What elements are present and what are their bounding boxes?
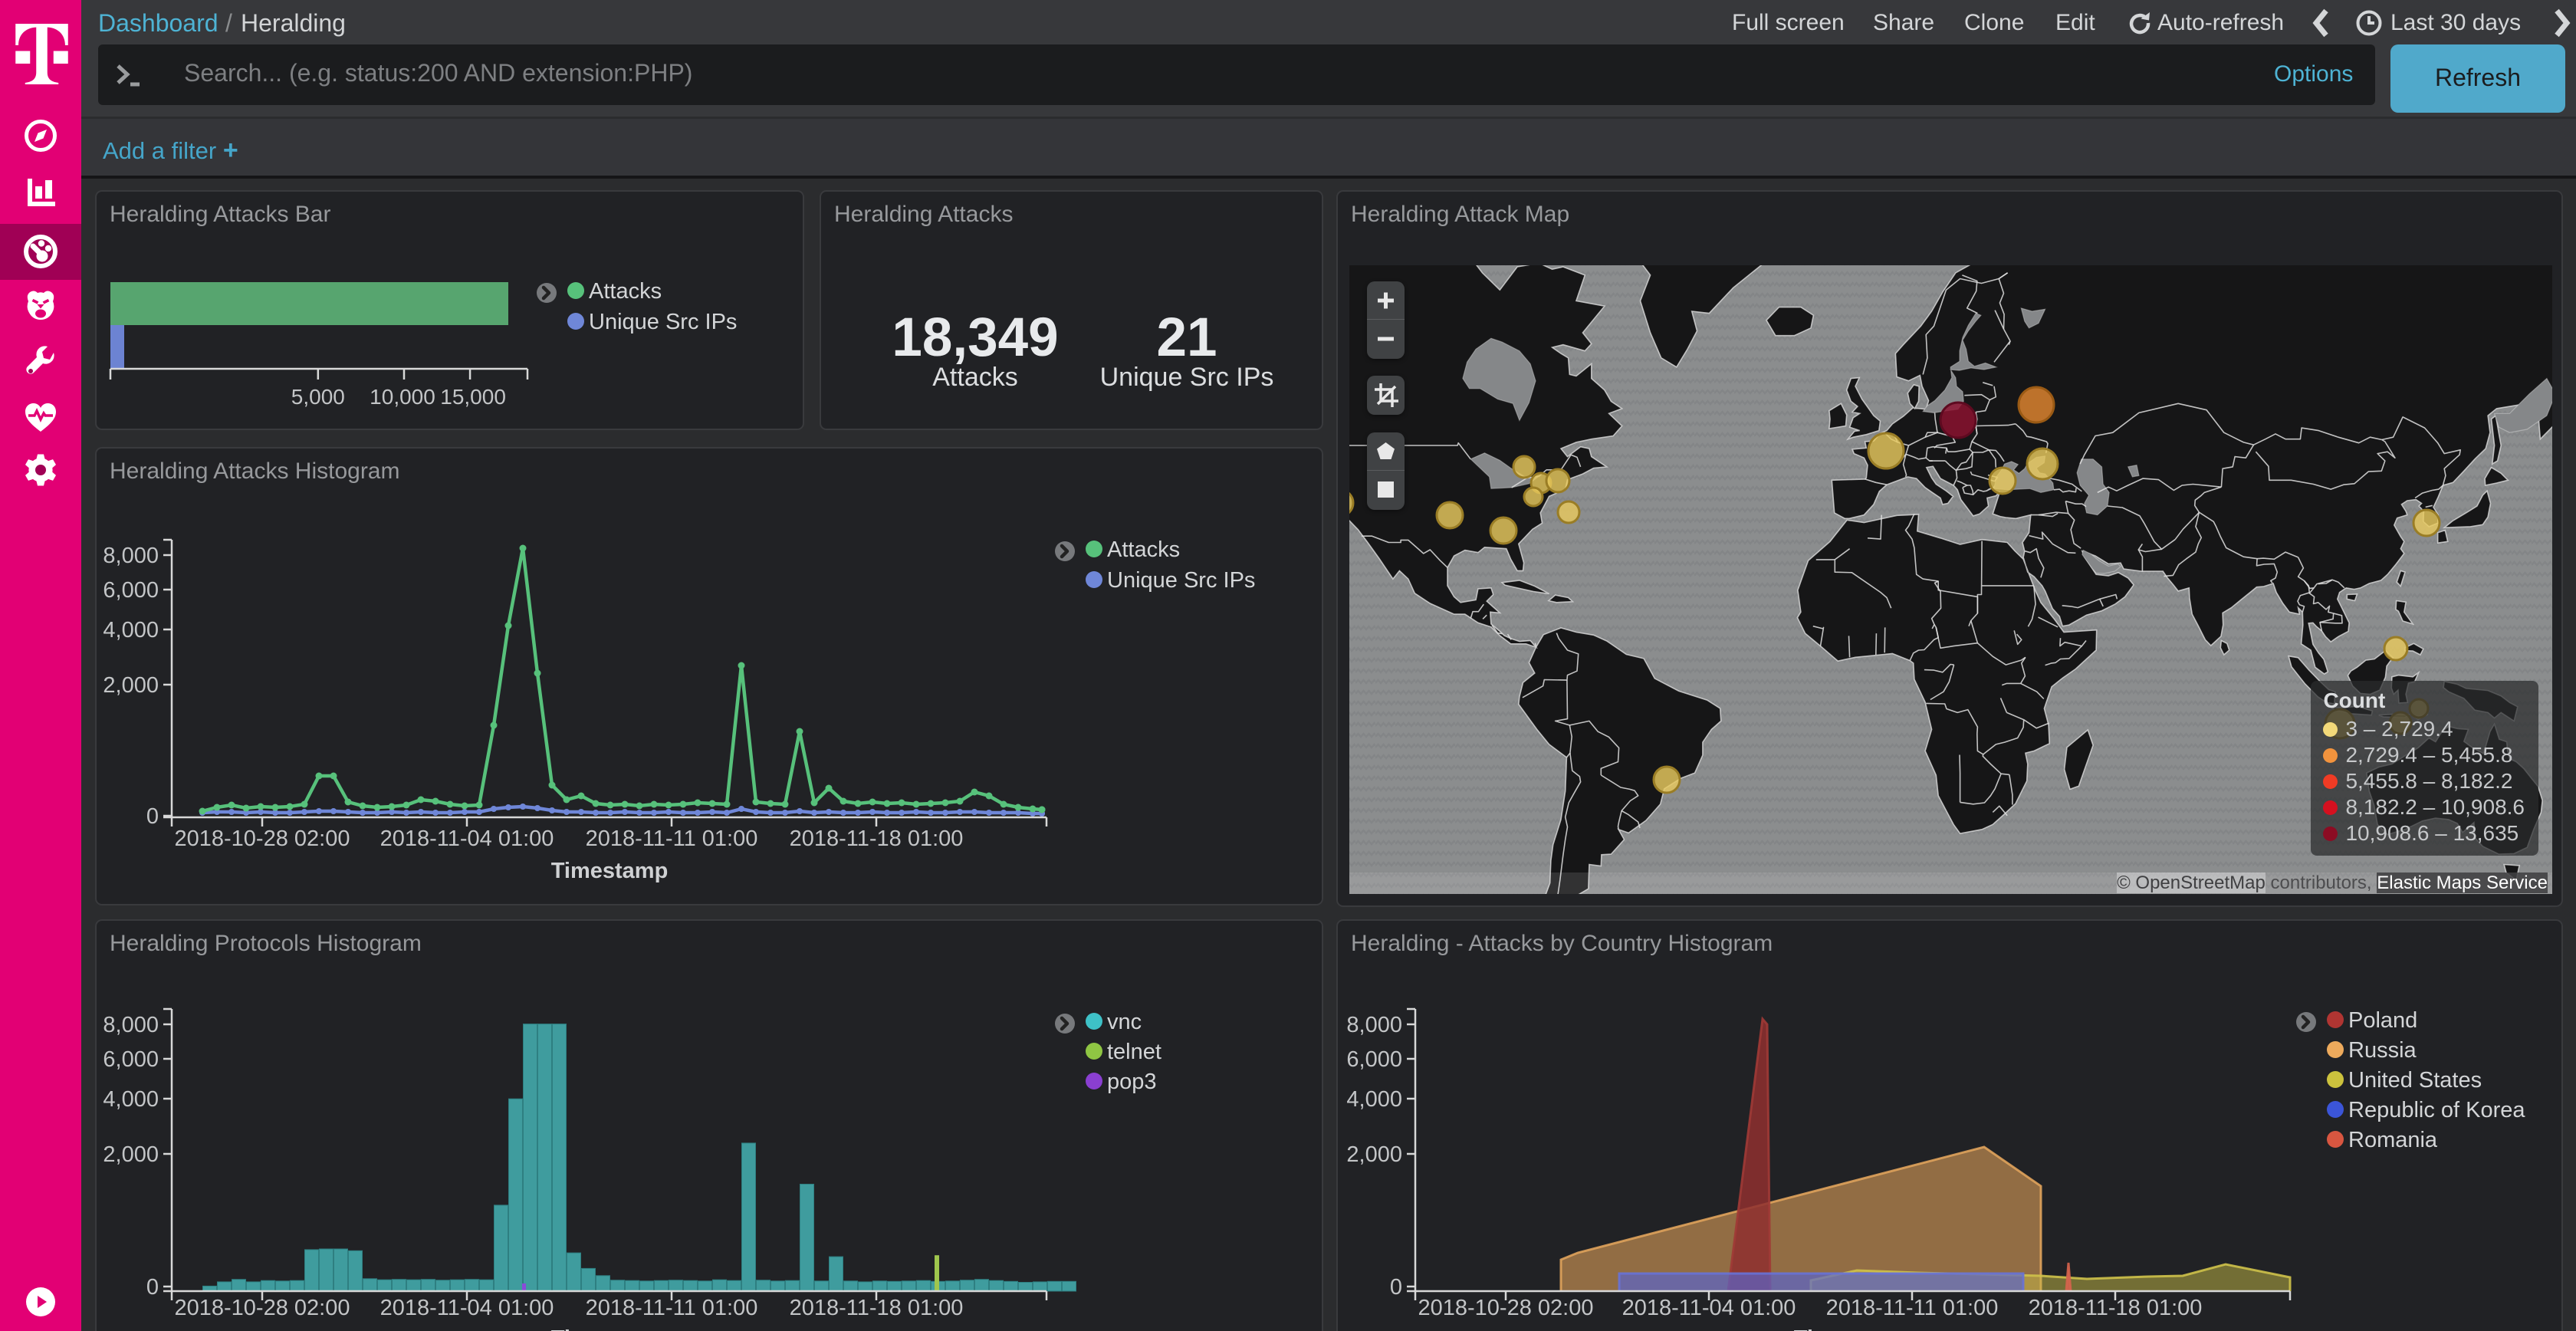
svg-text:telnet: telnet xyxy=(1107,1040,1162,1064)
svg-text:vnc: vnc xyxy=(1107,1010,1142,1034)
svg-text:2018-11-11 01:00: 2018-11-11 01:00 xyxy=(1826,1296,1999,1320)
svg-text:4,000: 4,000 xyxy=(1346,1087,1402,1112)
svg-text:2018-11-11 01:00: 2018-11-11 01:00 xyxy=(586,827,758,851)
svg-text:4,000: 4,000 xyxy=(103,618,159,642)
svg-text:15,000: 15,000 xyxy=(440,385,506,409)
svg-text:Poland: Poland xyxy=(2348,1008,2417,1033)
svg-text:2,000: 2,000 xyxy=(103,673,159,698)
svg-text:Timestamp: Timestamp xyxy=(551,1326,669,1331)
svg-text:2018-11-18 01:00: 2018-11-18 01:00 xyxy=(2029,1296,2203,1320)
svg-text:Timestamp: Timestamp xyxy=(1794,1326,1911,1331)
svg-text:0: 0 xyxy=(146,804,159,829)
svg-text:4,000: 4,000 xyxy=(103,1087,159,1112)
svg-text:2018-11-04 01:00: 2018-11-04 01:00 xyxy=(1622,1296,1796,1320)
svg-text:Unique Src IPs: Unique Src IPs xyxy=(1107,568,1255,593)
svg-text:Unique Src IPs: Unique Src IPs xyxy=(589,310,737,334)
svg-text:2018-10-28 02:00: 2018-10-28 02:00 xyxy=(175,827,350,851)
svg-text:Romania: Romania xyxy=(2348,1128,2438,1152)
svg-text:8,000: 8,000 xyxy=(1346,1013,1402,1037)
svg-text:8,000: 8,000 xyxy=(103,544,159,568)
svg-text:2018-11-04 01:00: 2018-11-04 01:00 xyxy=(380,827,554,851)
svg-text:2,000: 2,000 xyxy=(1346,1142,1402,1167)
svg-text:6,000: 6,000 xyxy=(103,1047,159,1072)
svg-text:0: 0 xyxy=(146,1275,159,1300)
svg-text:Russia: Russia xyxy=(2348,1038,2417,1063)
svg-text:2018-11-04 01:00: 2018-11-04 01:00 xyxy=(380,1296,554,1320)
svg-text:pop3: pop3 xyxy=(1107,1070,1157,1094)
svg-text:2018-11-18 01:00: 2018-11-18 01:00 xyxy=(790,1296,964,1320)
svg-text:2018-10-28 02:00: 2018-10-28 02:00 xyxy=(1418,1296,1594,1320)
svg-text:5,000: 5,000 xyxy=(291,385,345,409)
svg-text:Attacks: Attacks xyxy=(589,279,662,304)
svg-text:Republic of Korea: Republic of Korea xyxy=(2348,1098,2525,1122)
svg-text:2018-11-11 01:00: 2018-11-11 01:00 xyxy=(586,1296,758,1320)
svg-text:Attacks: Attacks xyxy=(1107,537,1180,562)
svg-text:6,000: 6,000 xyxy=(1346,1047,1402,1072)
svg-text:0: 0 xyxy=(1390,1275,1402,1300)
svg-text:10,000: 10,000 xyxy=(370,385,435,409)
svg-text:2018-11-18 01:00: 2018-11-18 01:00 xyxy=(790,827,964,851)
svg-text:Timestamp: Timestamp xyxy=(551,859,669,883)
svg-text:6,000: 6,000 xyxy=(103,578,159,603)
svg-text:2,000: 2,000 xyxy=(103,1142,159,1167)
svg-text:2018-10-28 02:00: 2018-10-28 02:00 xyxy=(175,1296,350,1320)
svg-text:United States: United States xyxy=(2348,1068,2482,1093)
svg-text:8,000: 8,000 xyxy=(103,1013,159,1037)
